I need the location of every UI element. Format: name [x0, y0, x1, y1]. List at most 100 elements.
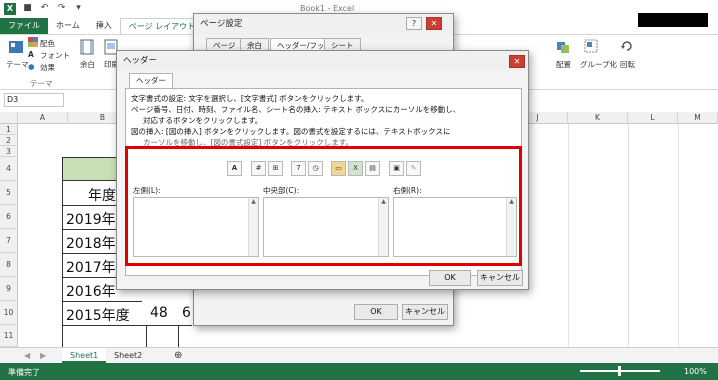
row-header-9[interactable]: 9 [0, 277, 18, 301]
row-header-7[interactable]: 7 [0, 229, 18, 253]
themes-icon[interactable] [8, 39, 24, 55]
save-icon[interactable]: ■ [22, 3, 33, 14]
close-icon[interactable]: ✕ [509, 55, 525, 68]
tab-home[interactable]: ホーム [48, 18, 88, 34]
row-header-2[interactable]: 2 [0, 135, 18, 146]
redo-icon[interactable]: ↷ [56, 3, 67, 14]
cell-c10[interactable]: 48 [150, 305, 168, 321]
colors-button[interactable]: 配色 [40, 38, 55, 49]
undo-icon[interactable]: ↶ [39, 3, 50, 14]
tab-insert[interactable]: 挿入 [88, 18, 120, 34]
row-header-6[interactable]: 6 [0, 205, 18, 229]
left-section-label: 左側(L): [133, 186, 161, 195]
zoom-level[interactable]: 100% [684, 367, 707, 376]
left-section-input[interactable]: ▲ [133, 197, 259, 257]
name-box[interactable]: D3 [4, 93, 64, 107]
arrange-button[interactable]: 配置 [556, 59, 571, 70]
zoom-slider-thumb[interactable] [618, 366, 621, 376]
group-icon[interactable] [584, 39, 598, 53]
insert-file-path-icon[interactable]: ▭ [331, 161, 346, 176]
column-header-a[interactable]: A [18, 112, 68, 124]
fonts-button[interactable]: フォント [40, 50, 70, 61]
cell-d10[interactable]: 6 [182, 305, 191, 321]
insert-sheet-name-icon[interactable]: ▤ [365, 161, 380, 176]
row-header-10[interactable]: 10 [0, 301, 18, 325]
row-header-1[interactable]: 1 [0, 124, 18, 135]
column-header-m[interactable]: M [678, 112, 718, 124]
arrange-icon[interactable] [556, 39, 570, 55]
rotate-button[interactable]: 回転 [620, 59, 635, 70]
cell-b7[interactable]: 2018年 [66, 233, 116, 253]
row-header-3[interactable]: 3 [0, 146, 18, 157]
instruction-line: 対応するボタンをクリックします。 [143, 116, 263, 125]
insert-file-name-icon[interactable]: X [348, 161, 363, 176]
window-title: Book1 - Excel [300, 4, 355, 13]
insert-page-count-icon[interactable]: ⊞ [268, 161, 283, 176]
close-icon[interactable]: ✕ [426, 17, 442, 30]
ok-button[interactable]: OK [354, 304, 398, 320]
tab-header[interactable]: ヘッダー [129, 73, 173, 88]
row-header-11[interactable]: 11 [0, 325, 18, 347]
insert-time-icon[interactable]: ◷ [308, 161, 323, 176]
scrollbar[interactable]: ▲ [506, 198, 516, 256]
group-button[interactable]: グループ化 [580, 59, 617, 70]
themes-button-label[interactable]: テーマ [6, 59, 29, 70]
instructions: 文字書式の設定: 文字を選択し、[文字書式] ボタンをクリックします。 ページ番… [131, 93, 460, 148]
scrollbar[interactable]: ▲ [378, 198, 388, 256]
sheet-tab-sheet1[interactable]: Sheet1 [62, 348, 107, 363]
cancel-button[interactable]: キャンセル [477, 270, 523, 286]
format-picture-icon[interactable]: ✎ [406, 161, 421, 176]
gridline [568, 124, 569, 347]
table-rule [146, 325, 147, 349]
select-all-corner[interactable] [0, 112, 18, 124]
tab-page-layout[interactable]: ページ レイアウト [119, 18, 205, 34]
cell-b9[interactable]: 2016年 [66, 281, 116, 301]
ok-button[interactable]: OK [429, 270, 471, 286]
row-header-8[interactable]: 8 [0, 253, 18, 277]
zoom-slider[interactable] [580, 366, 660, 376]
excel-logo-icon: X [4, 3, 16, 15]
column-header-k[interactable]: K [568, 112, 628, 124]
table-rule [62, 325, 192, 326]
sheet-tab-bar: ◀ ▶ Sheet1 Sheet2 ⊕ [0, 347, 718, 363]
scrollbar[interactable]: ▲ [248, 198, 258, 256]
instruction-line: ページ番号、日付、時刻、ファイル名、シート名の挿入: テキスト ボックスにカーソ… [131, 105, 461, 114]
cancel-button[interactable]: キャンセル [402, 304, 448, 320]
sheet-tab-sheet2[interactable]: Sheet2 [106, 348, 150, 363]
table-rule [178, 325, 179, 349]
center-section-input[interactable]: ▲ [263, 197, 389, 257]
gridline [678, 124, 679, 347]
customize-qat-icon[interactable]: ▾ [73, 3, 84, 14]
cell-b6[interactable]: 2019年 [66, 209, 116, 229]
cell-b10[interactable]: 2015年度 [66, 305, 130, 325]
instruction-line: 図の挿入: [図の挿入] ボタンをクリックします。図の書式を設定するには、テキス… [131, 127, 451, 136]
insert-date-icon[interactable]: 7 [291, 161, 306, 176]
header-dialog-title: ヘッダー [117, 51, 528, 71]
rotate-icon[interactable] [620, 39, 634, 53]
right-section-label: 右側(R): [393, 186, 422, 195]
cell-b8[interactable]: 2017年 [66, 257, 116, 277]
help-icon[interactable]: ? [406, 17, 422, 30]
margins-icon[interactable] [80, 39, 94, 55]
add-sheet-icon[interactable]: ⊕ [166, 348, 190, 363]
tab-file[interactable]: ファイル [0, 18, 48, 34]
insert-page-number-icon[interactable]: # [251, 161, 266, 176]
table-rule [62, 301, 142, 302]
row-header-4[interactable]: 4 [0, 157, 18, 181]
cell-b5[interactable]: 年度 [88, 185, 116, 205]
row-header-5[interactable]: 5 [0, 181, 18, 205]
column-header-l[interactable]: L [628, 112, 678, 124]
gridline [628, 124, 629, 347]
instruction-line: 文字書式の設定: 文字を選択し、[文字書式] ボタンをクリックします。 [131, 94, 369, 103]
margins-button[interactable]: 余白 [80, 59, 95, 70]
insert-picture-icon[interactable]: ▣ [389, 161, 404, 176]
sheet-scroll-right-icon[interactable]: ▶ [32, 348, 54, 363]
right-section-input[interactable]: ▲ [393, 197, 517, 257]
fonts-icon[interactable]: A [28, 50, 34, 59]
effects-icon[interactable]: ● [28, 62, 35, 71]
status-bar: 準備完了 100% [0, 363, 718, 380]
colors-icon[interactable] [28, 37, 38, 47]
format-text-icon[interactable]: A [227, 161, 242, 176]
effects-button[interactable]: 効果 [40, 62, 55, 73]
header-dialog: ヘッダー ✕ ヘッダー 文字書式の設定: 文字を選択し、[文字書式] ボタンをク… [116, 50, 529, 290]
